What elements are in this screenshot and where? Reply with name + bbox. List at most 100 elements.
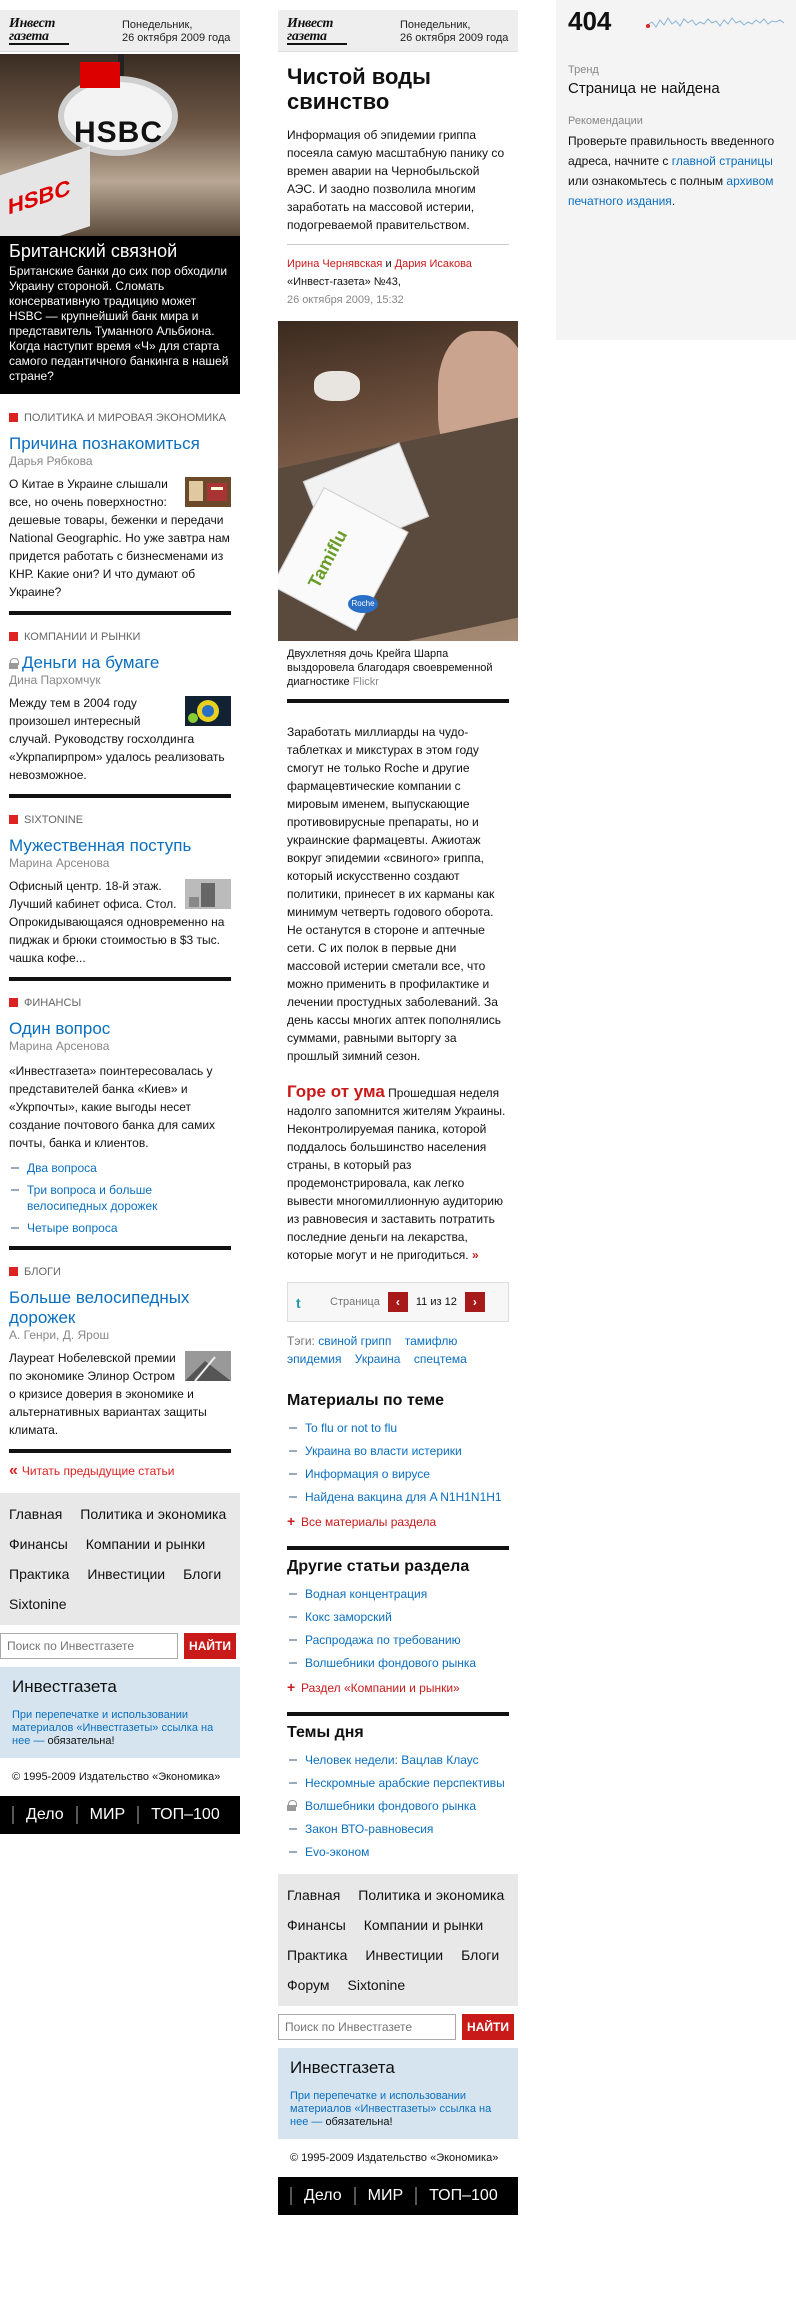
topic-link[interactable]: Evo-эконом bbox=[287, 1844, 509, 1860]
nav-link[interactable]: Компании и рынки bbox=[86, 1529, 205, 1559]
nav-link[interactable]: Политика и экономика bbox=[80, 1499, 226, 1529]
rubric[interactable]: Блоги bbox=[9, 1258, 231, 1280]
nav-link[interactable]: Блоги bbox=[183, 1559, 221, 1589]
section-link[interactable]: + Раздел «Компании и рынки» bbox=[287, 1679, 509, 1696]
tag-link[interactable]: свиной грипп bbox=[318, 1334, 391, 1348]
column-main: Инвест газета Понедельник, 26 октября 20… bbox=[0, 10, 240, 1834]
caption-source[interactable]: Flickr bbox=[353, 676, 379, 688]
continue-arrow[interactable]: » bbox=[472, 1248, 479, 1262]
other-article-link[interactable]: Кокс заморский bbox=[287, 1609, 509, 1625]
prev-page-button[interactable]: ‹ bbox=[387, 1292, 408, 1312]
search-input[interactable] bbox=[0, 1633, 178, 1659]
nav-link[interactable]: Sixtonine bbox=[348, 1970, 406, 2000]
error-header: 404 bbox=[556, 0, 796, 42]
rubric-square-icon bbox=[9, 998, 18, 1007]
thumb-image[interactable] bbox=[185, 696, 231, 726]
other-article-link[interactable]: Водная концентрация bbox=[287, 1586, 509, 1602]
date-weekday: Понедельник, bbox=[122, 19, 193, 31]
topic-link[interactable]: Волшебники фондового рынка bbox=[287, 1798, 509, 1814]
article-author: Марина Арсенова bbox=[9, 1039, 110, 1053]
related-link[interactable]: Четыре вопроса bbox=[9, 1220, 231, 1236]
hsbc-sign: HSBC bbox=[58, 76, 178, 156]
footer-link[interactable]: Дело bbox=[290, 2187, 354, 2205]
related-link[interactable]: Два вопроса bbox=[9, 1160, 231, 1176]
lead-photo[interactable]: HSBC HSBC bbox=[0, 54, 240, 236]
tag-link[interactable]: эпидемия bbox=[287, 1352, 341, 1366]
lead-title[interactable]: Британский связной bbox=[9, 240, 231, 262]
info-box: Инвестгазета При перепечатке и использов… bbox=[278, 2048, 518, 2139]
tag-link[interactable]: тамифлю bbox=[405, 1334, 458, 1348]
nav-link[interactable]: Форум bbox=[287, 1970, 330, 2000]
section-nav: Главная Политика и экономика Финансы Компа… bbox=[278, 1874, 518, 2006]
related-link[interactable]: Украина во власти истерики bbox=[287, 1443, 509, 1459]
author-link[interactable]: Ирина Чернявская bbox=[287, 258, 382, 270]
all-materials-link[interactable]: + Все материалы раздела bbox=[287, 1513, 509, 1530]
article-text: О Китае в Украине слышали все, но очень … bbox=[9, 475, 231, 601]
nav-link[interactable]: Компании и рынки bbox=[364, 1910, 483, 1940]
rubric[interactable]: Финансы bbox=[9, 989, 231, 1011]
lead-text: Британские банки до сих пор обходили Укр… bbox=[9, 264, 229, 383]
search-button[interactable]: НАЙТИ bbox=[462, 2014, 514, 2040]
nav-link[interactable]: Инвестиции bbox=[87, 1559, 165, 1589]
section-nav: Главная Политика и экономика Финансы Компа… bbox=[0, 1493, 240, 1625]
topic-link[interactable]: Нескромные арабские перспективы bbox=[287, 1775, 509, 1791]
author-link[interactable]: Дария Исакова bbox=[395, 258, 472, 270]
plus-icon: + bbox=[287, 1513, 296, 1529]
search-input[interactable] bbox=[278, 2014, 456, 2040]
nav-link[interactable]: Политика и экономика bbox=[358, 1880, 504, 1910]
thumb-image[interactable] bbox=[185, 879, 231, 909]
body-subheading: Горе от ума bbox=[287, 1082, 385, 1101]
nav-link[interactable]: Финансы bbox=[287, 1910, 346, 1940]
footer-link[interactable]: МИР bbox=[75, 1806, 138, 1824]
other-article-link[interactable]: Распродажа по требованию bbox=[287, 1632, 509, 1648]
related-link[interactable]: Информация о вирусе bbox=[287, 1466, 509, 1482]
logo[interactable]: Инвест газета bbox=[9, 17, 69, 45]
footer-link[interactable]: Дело bbox=[12, 1806, 76, 1824]
tag-link[interactable]: Украина bbox=[355, 1352, 401, 1366]
thumb-image[interactable] bbox=[185, 477, 231, 507]
footer-link[interactable]: ТОП–100 bbox=[415, 2187, 510, 2205]
article-title[interactable]: Один вопрос bbox=[9, 1019, 231, 1039]
related-link[interactable]: Найдена вакцина для A N1H1N1H1 bbox=[287, 1489, 509, 1505]
rubric[interactable]: Компании и рынки bbox=[9, 623, 231, 645]
twitter-icon[interactable]: t bbox=[296, 1295, 312, 1311]
nav-link[interactable]: Практика bbox=[287, 1940, 347, 1970]
search-button[interactable]: НАЙТИ bbox=[184, 1633, 236, 1659]
thumb-image[interactable] bbox=[185, 1351, 231, 1381]
article-title[interactable]: Причина познакомиться bbox=[9, 434, 231, 454]
partner-footer: Дело МИР ТОП–100 bbox=[278, 2177, 518, 2215]
nav-link[interactable]: Блоги bbox=[461, 1940, 499, 1970]
nav-link[interactable]: Главная bbox=[9, 1499, 62, 1529]
logo[interactable]: Инвест газета bbox=[287, 17, 347, 45]
tag-link[interactable]: спецтема bbox=[414, 1352, 467, 1366]
nav-link[interactable]: Главная bbox=[287, 1880, 340, 1910]
topic-link[interactable]: Человек недели: Вацлав Клаус bbox=[287, 1752, 509, 1768]
recommendations-block: Рекомендации Проверьте правильность введ… bbox=[568, 115, 784, 211]
rubric[interactable]: Sixtonine bbox=[9, 806, 231, 828]
topic-link[interactable]: Закон ВТО-равновесия bbox=[287, 1821, 509, 1837]
article-photo[interactable]: Tamiflu Roche bbox=[278, 321, 518, 641]
related-link[interactable]: To flu or not to flu bbox=[287, 1420, 509, 1436]
footer-link[interactable]: ТОП–100 bbox=[137, 1806, 232, 1824]
trend-block: Тренд Страница не найдена bbox=[568, 64, 784, 97]
lock-icon bbox=[9, 658, 19, 669]
nav-link[interactable]: Sixtonine bbox=[9, 1589, 67, 1619]
previous-articles-link[interactable]: «Читать предыдущие статьи bbox=[9, 1463, 231, 1479]
nav-link[interactable]: Финансы bbox=[9, 1529, 68, 1559]
nav-link[interactable]: Инвестиции bbox=[365, 1940, 443, 1970]
article-title[interactable]: Деньги на бумаге bbox=[9, 653, 231, 673]
divider bbox=[9, 611, 231, 615]
footer-link[interactable]: МИР bbox=[353, 2187, 416, 2205]
article-title[interactable]: Мужественная поступь bbox=[9, 836, 231, 856]
rubric[interactable]: Политика и мировая экономика bbox=[9, 404, 231, 426]
nav-link[interactable]: Практика bbox=[9, 1559, 69, 1589]
hsbc-hexagon-logo bbox=[80, 62, 120, 88]
next-page-button[interactable]: › bbox=[464, 1292, 485, 1312]
other-article-link[interactable]: Волшебники фондового рынка bbox=[287, 1655, 509, 1671]
article-title[interactable]: Больше велосипедных дорожек bbox=[9, 1288, 231, 1328]
caption-text: Двухлетняя дочь Крейга Шарпа выздоровела… bbox=[287, 648, 493, 688]
home-page-link[interactable]: главной страницы bbox=[672, 154, 773, 168]
publish-date: 26 октября 2009, 15:32 bbox=[287, 294, 404, 306]
rubric-square-icon bbox=[9, 1267, 18, 1276]
related-link[interactable]: Три вопроса и больше велосипедных дороже… bbox=[9, 1182, 231, 1214]
